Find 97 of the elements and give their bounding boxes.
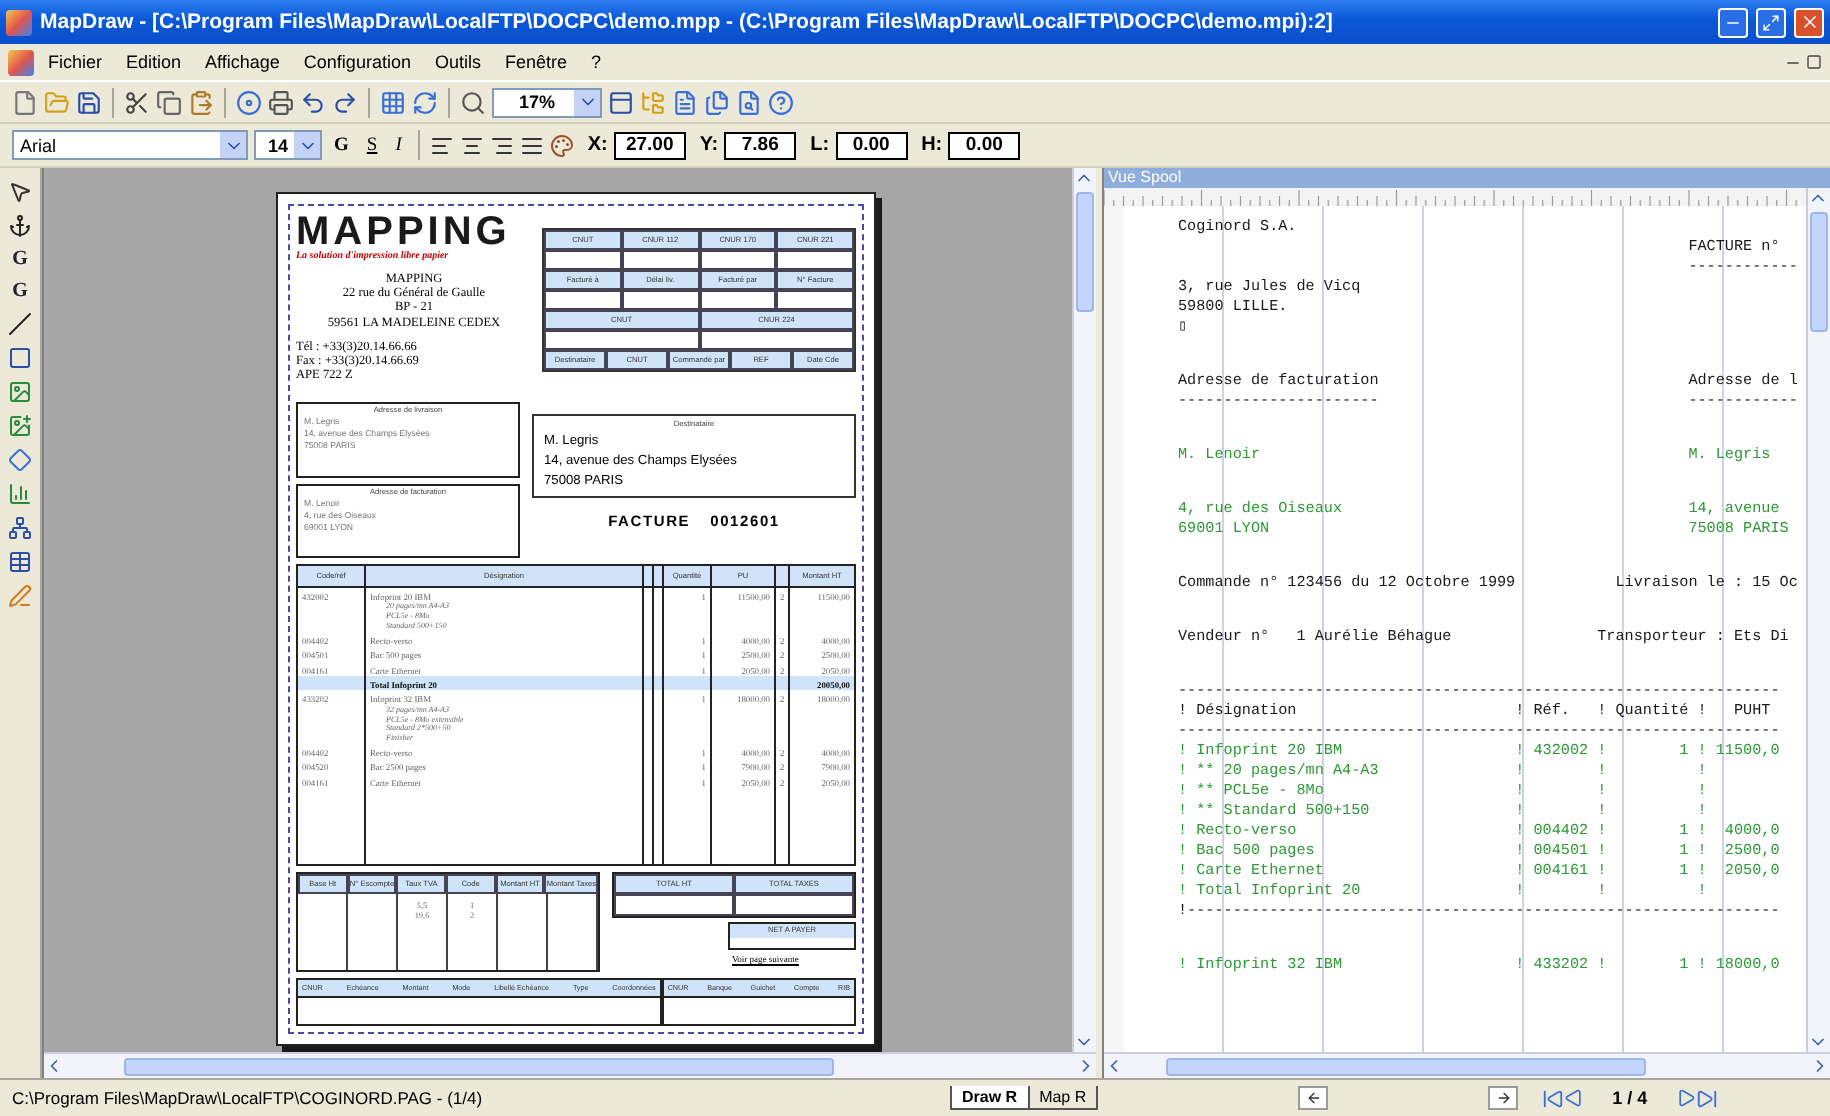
field-label: L: [810,134,830,156]
right-arrow-icon [1495,1090,1512,1106]
diamond-icon[interactable] [8,448,32,472]
tab[interactable]: Map R [1027,1086,1099,1110]
left-arrow-icon [1305,1090,1322,1106]
page-indicator: 1 / 4 [1612,1088,1648,1108]
anchor-icon[interactable] [8,214,32,238]
document-icon [8,49,34,75]
tab[interactable]: Draw R [950,1086,1030,1110]
scroll-thumb[interactable] [124,1057,834,1075]
grid-cell [544,290,622,310]
total-cell [614,894,734,916]
scissors-icon[interactable] [124,89,150,115]
pointer-icon[interactable] [8,180,32,204]
field-label: X: [587,134,608,156]
menu-item[interactable]: Fenêtre [494,50,578,74]
disc-icon[interactable] [236,89,262,115]
total-cell [734,894,854,916]
align-center-icon[interactable] [459,133,484,157]
forward-button[interactable] [1488,1086,1519,1110]
first-page-icon[interactable] [1542,1087,1565,1109]
scroll-thumb[interactable] [1165,1057,1646,1075]
align-left-icon[interactable] [429,133,454,157]
menu-item[interactable]: ? [581,50,612,74]
maximize-button[interactable] [1756,7,1786,37]
zoom-dropdown[interactable]: 17% [492,87,602,117]
file-path: C:\Program Files\MapDraw\LocalFTP\COGINORD.PAG - (1/4) [12,1088,485,1108]
paste-icon[interactable] [188,89,214,115]
grid-cell [699,290,777,310]
printer-icon[interactable] [268,89,294,115]
document-icon[interactable] [672,89,698,115]
tool-button[interactable]: G [12,280,28,302]
vertical-scrollbar[interactable] [1072,168,1096,1052]
back-button[interactable] [1298,1086,1329,1110]
refresh-icon[interactable] [412,89,438,115]
font-dropdown[interactable]: Arial [12,130,248,160]
field-label: Y: [699,134,719,156]
input-field[interactable]: 7.86 [724,131,797,159]
grid-cell [776,290,854,310]
copy-icon[interactable] [156,89,182,115]
menu-item[interactable]: Outils [424,50,491,74]
search-icon[interactable] [460,89,486,115]
minimize-button[interactable] [1718,7,1748,37]
window-icon[interactable] [608,89,634,115]
grid-cell [621,290,699,310]
previous-page-icon[interactable] [1564,1088,1585,1108]
menu-item[interactable]: Configuration [293,50,421,74]
document-search-icon[interactable] [736,89,762,115]
company-logo: MAPPING [296,212,513,252]
align-right-icon[interactable] [489,133,514,157]
redo-icon[interactable] [332,89,358,115]
maximize-icon [1762,13,1780,31]
input-field[interactable]: 0.00 [948,131,1021,159]
grid-cell [621,250,699,270]
tree-icon[interactable] [8,516,32,540]
app-icon [6,9,32,35]
grid-cell [699,250,777,270]
grid-cell [776,250,854,270]
scroll-thumb[interactable] [1076,192,1094,312]
menu-item[interactable]: Fichier [38,50,113,74]
next-page-icon[interactable] [1675,1088,1696,1108]
table-icon[interactable] [8,550,32,574]
new-file-icon[interactable] [12,89,38,115]
rectangle-icon[interactable] [8,346,32,370]
close-button[interactable] [1794,7,1824,37]
style-button[interactable]: I [389,135,408,155]
horizontal-scrollbar[interactable] [44,1052,1096,1078]
menu-item[interactable]: Affichage [195,50,290,74]
panel-title: Vue Spool [1104,168,1830,188]
horizontal-scrollbar[interactable] [1104,1052,1830,1078]
input-field[interactable]: 0.00 [835,131,908,159]
align-justify-icon[interactable] [519,133,544,157]
save-icon[interactable] [76,89,102,115]
size-dropdown[interactable]: 14 [254,130,322,160]
tool-button[interactable]: G [12,248,28,270]
last-page-icon[interactable] [1695,1087,1718,1109]
style-button[interactable]: S [360,135,384,155]
help-icon[interactable] [768,89,794,115]
grid-icon[interactable] [380,89,406,115]
image-icon[interactable] [8,380,32,404]
style-button[interactable]: G [328,135,355,155]
close-icon [1799,12,1819,32]
pen-icon[interactable] [8,584,32,608]
scroll-thumb[interactable] [1810,212,1828,332]
undo-icon[interactable] [300,89,326,115]
input-field[interactable]: 27.00 [613,131,686,159]
window-title: MapDraw - [C:\Program Files\MapDraw\LocalFTP\DOCPC\demo.mpp - (C:\Program Files\MapDraw\LocalFTP\DOCPC\demo.mpi):2] [40,10,1335,34]
palette-icon[interactable] [549,133,574,157]
field-label: H: [921,134,943,156]
restore-icon[interactable] [1806,54,1822,70]
documents-icon[interactable] [704,89,730,115]
line-icon[interactable] [8,312,32,336]
vertical-scrollbar[interactable] [1806,188,1830,1052]
menu-item[interactable]: Edition [116,50,192,74]
image-icon[interactable] [8,414,32,438]
bar-chart-icon[interactable] [8,482,32,506]
grid-cell [544,250,622,270]
